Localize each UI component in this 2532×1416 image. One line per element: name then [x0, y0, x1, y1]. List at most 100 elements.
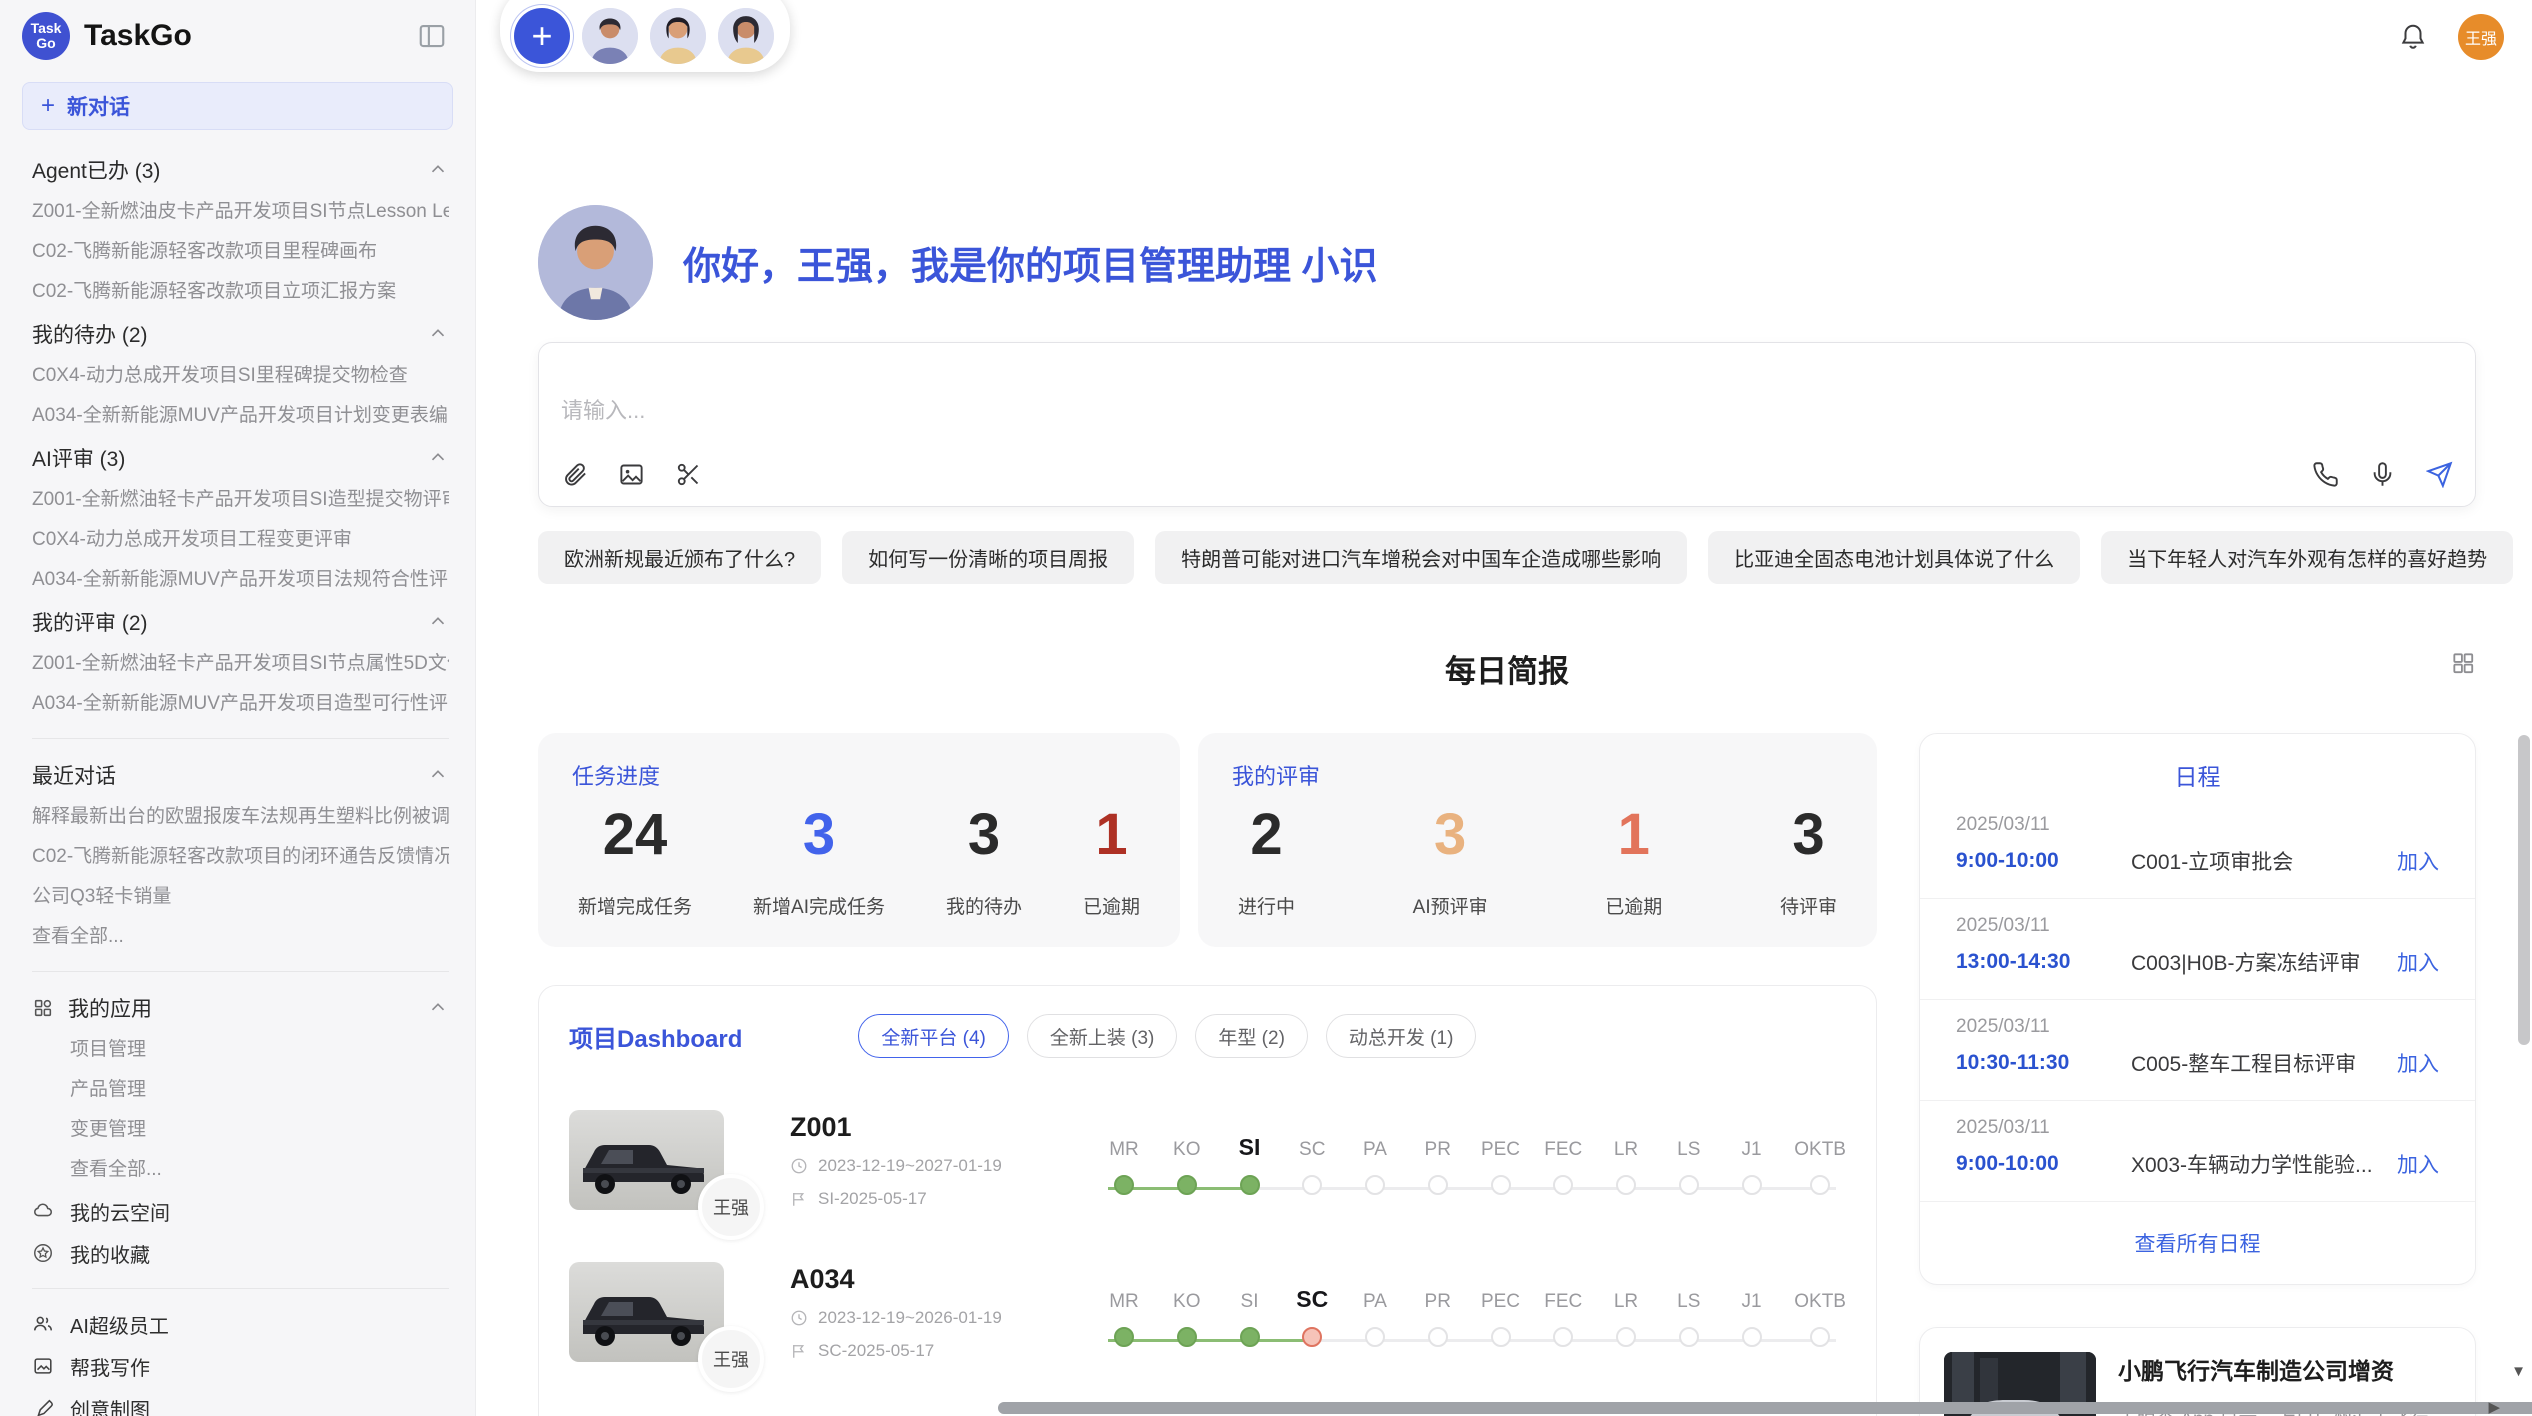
recent-chat-item[interactable]: 解释最新出台的欧盟报废车法规再生塑料比例被调至15%... — [32, 797, 449, 837]
stat: 24新增完成任务 — [578, 801, 692, 919]
milestone-dot — [1679, 1175, 1699, 1195]
milestone-label: FEC — [1544, 1129, 1582, 1161]
recent-chat-item[interactable]: C02-飞腾新能源轻客改款项目的闭环通告反馈情况 — [32, 837, 449, 877]
app-menu-item[interactable]: 产品管理 — [32, 1070, 449, 1110]
milestone-dot — [1679, 1327, 1699, 1347]
chevron-up-icon[interactable] — [427, 447, 449, 469]
sidebar-task-item[interactable]: A034-全新新能源MUV产品开发项目造型可行性评审 — [32, 684, 449, 724]
milestone-label: FEC — [1544, 1281, 1582, 1313]
chevron-up-icon[interactable] — [427, 997, 449, 1019]
event-join-link[interactable]: 加入 — [2397, 846, 2439, 876]
horizontal-scrollbar-thumb[interactable] — [998, 1402, 2532, 1414]
milestone-dot — [1616, 1175, 1636, 1195]
agent-avatar[interactable] — [582, 8, 638, 64]
notifications-bell-icon[interactable] — [2398, 22, 2428, 52]
milestone: PA — [1355, 1281, 1395, 1347]
milestone: KO — [1167, 1281, 1207, 1347]
sidebar-section-header[interactable]: Agent已办 (3) — [32, 148, 449, 192]
new-chat-button[interactable]: + 新对话 — [22, 82, 453, 130]
milestone: OKTB — [1794, 1281, 1846, 1347]
sidebar-section-header[interactable]: 我的评审 (2) — [32, 600, 449, 644]
dashboard-tab[interactable]: 全新上装 (3) — [1027, 1014, 1178, 1058]
send-icon[interactable] — [2426, 461, 2453, 488]
event-name: X003-车辆动力学性能验... — [2131, 1149, 2397, 1179]
add-agent-button[interactable]: + — [514, 8, 570, 64]
voice-call-icon[interactable] — [2312, 461, 2339, 488]
vertical-scrollbar-thumb[interactable] — [2518, 735, 2530, 1045]
sidebar-task-item[interactable]: C02-飞腾新能源轻客改款项目立项汇报方案 — [32, 272, 449, 312]
event-date: 2025/03/11 — [1956, 1117, 2439, 1139]
recent-chat-item[interactable]: 公司Q3轻卡销量 — [32, 877, 449, 917]
recent-chat-item[interactable]: 查看全部... — [32, 917, 449, 957]
chat-input[interactable] — [561, 361, 2453, 461]
sidebar-section-header[interactable]: 我的待办 (2) — [32, 312, 449, 356]
sidebar-tool-image[interactable]: 帮我写作 — [32, 1345, 449, 1387]
chevron-up-icon[interactable] — [427, 764, 449, 786]
milestone-label: MR — [1109, 1129, 1139, 1161]
my-apps-header[interactable]: 我的应用 — [32, 986, 449, 1030]
dashboard-tab[interactable]: 动总开发 (1) — [1326, 1014, 1477, 1058]
app-menu-item[interactable]: 项目管理 — [32, 1030, 449, 1070]
suggestion-chip[interactable]: 如何写一份清晰的项目周报 — [842, 531, 1134, 584]
dashboard-tab[interactable]: 全新平台 (4) — [858, 1014, 1009, 1058]
sidebar-task-item[interactable]: Z001-全新燃油轻卡产品开发项目SI节点属性5D文件评审 — [32, 644, 449, 684]
agent-avatar[interactable] — [718, 8, 774, 64]
chevron-up-icon[interactable] — [427, 611, 449, 633]
dashboard-tab[interactable]: 年型 (2) — [1195, 1014, 1308, 1058]
sidebar-tool-people[interactable]: AI超级员工 — [32, 1303, 449, 1345]
recent-chats-header[interactable]: 最近对话 — [32, 753, 449, 797]
stat-label: 我的待办 — [946, 892, 1022, 919]
sidebar-task-item[interactable]: C0X4-动力总成开发项目SI里程碑提交物检查 — [32, 356, 449, 396]
event-join-link[interactable]: 加入 — [2397, 947, 2439, 977]
sidebar-nav-star[interactable]: 我的收藏 — [32, 1232, 449, 1274]
sidebar-task-item[interactable]: C0X4-动力总成开发项目工程变更评审 — [32, 520, 449, 560]
sidebar-task-item[interactable]: C02-飞腾新能源轻客改款项目里程碑画布 — [32, 232, 449, 272]
milestone-dot — [1491, 1175, 1511, 1195]
milestone: J1 — [1732, 1129, 1772, 1195]
milestone-label: LS — [1677, 1281, 1700, 1313]
event-join-link[interactable]: 加入 — [2397, 1048, 2439, 1078]
sidebar-section-header[interactable]: AI评审 (3) — [32, 436, 449, 480]
view-all-schedule-link[interactable]: 查看所有日程 — [1920, 1228, 2475, 1258]
scroll-down-arrow-icon[interactable]: ▼ — [2511, 1363, 2526, 1380]
event-join-link[interactable]: 加入 — [2397, 1149, 2439, 1179]
sidebar-collapse-icon[interactable] — [417, 21, 447, 51]
milestone-timeline: MRKOSISCPAPRPECFECLRLSJ1OKTB — [1104, 1125, 1846, 1195]
sidebar-task-item[interactable]: Z001-全新燃油轻卡产品开发项目SI造型提交物评审 — [32, 480, 449, 520]
milestone-label: KO — [1173, 1129, 1200, 1161]
stat: 1已逾期 — [1083, 801, 1140, 919]
project-row: 王强Z0012023-12-19~2027-01-19SI-2025-05-17… — [569, 1110, 1846, 1210]
sidebar-task-item[interactable]: Z001-全新燃油皮卡产品开发项目SI节点Lesson Learn报告 — [32, 192, 449, 232]
suggestion-chip[interactable]: 当下年轻人对汽车外观有怎样的喜好趋势 — [2101, 531, 2513, 584]
chevron-up-icon[interactable] — [427, 159, 449, 181]
chevron-up-icon[interactable] — [427, 323, 449, 345]
sidebar-nav-cloud[interactable]: 我的云空间 — [32, 1190, 449, 1232]
microphone-icon[interactable] — [2369, 461, 2396, 488]
snippet-scissors-icon[interactable] — [675, 461, 702, 488]
sidebar-task-item[interactable]: A034-全新新能源MUV产品开发项目计划变更表编写 — [32, 396, 449, 436]
agent-avatar[interactable] — [650, 8, 706, 64]
image-upload-icon[interactable] — [618, 461, 645, 488]
sidebar-task-item[interactable]: A034-全新新能源MUV产品开发项目法规符合性评审 — [32, 560, 449, 600]
project-dates: 2023-12-19~2027-01-19 — [790, 1156, 1080, 1176]
dashboard-tabs: 全新平台 (4) 全新上装 (3) 年型 (2) 动总开发 (1) — [858, 1014, 1476, 1058]
horizontal-scrollbar[interactable] — [998, 1402, 2532, 1414]
stat: 3AI预评审 — [1413, 801, 1488, 919]
sidebar-divider — [32, 971, 449, 972]
milestone: SI — [1230, 1129, 1270, 1195]
suggestion-chip[interactable]: 比亚迪全固态电池计划具体说了什么 — [1708, 531, 2080, 584]
project-flag: SC-2025-05-17 — [790, 1341, 1080, 1361]
app-menu-item[interactable]: 变更管理 — [32, 1110, 449, 1150]
app-menu-item[interactable]: 查看全部... — [32, 1150, 449, 1190]
suggestion-chip[interactable]: 特朗普可能对进口汽车增税会对中国车企造成哪些影响 — [1155, 531, 1687, 584]
milestone-label: SI — [1239, 1129, 1261, 1161]
scroll-right-arrow-icon[interactable]: ▶ — [2488, 1398, 2500, 1416]
suggestion-chip[interactable]: 欧洲新规最近颁布了什么? — [538, 531, 821, 584]
layout-grid-icon[interactable] — [2450, 650, 2476, 676]
milestone: LS — [1669, 1281, 1709, 1347]
sidebar-tool-pen[interactable]: 创意制图 — [32, 1387, 449, 1416]
attach-icon[interactable] — [561, 461, 588, 488]
stat-value: 1 — [1083, 801, 1140, 868]
user-avatar[interactable]: 王强 — [2458, 14, 2504, 60]
sidebar-section-title: Agent已办 (3) — [32, 155, 427, 185]
